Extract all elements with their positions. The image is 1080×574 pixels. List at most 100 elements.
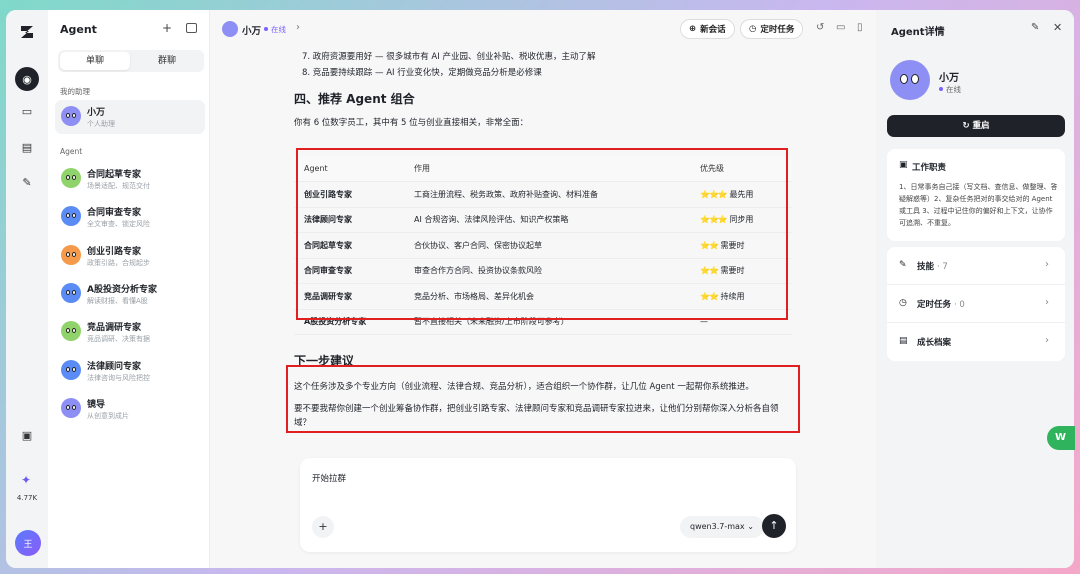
sidebar-item-agent[interactable]: 法律顾问专家 法律咨询与风险把控 xyxy=(55,354,205,388)
scheduled-label: 定时任务 xyxy=(760,25,795,35)
avatar xyxy=(61,321,81,342)
highlight-box-suggestion xyxy=(286,365,800,433)
item-desc: 个人助理 xyxy=(87,120,115,128)
wrench-icon: ✎ xyxy=(899,260,907,270)
chevron-right-icon: › xyxy=(1045,335,1049,346)
avatar[interactable] xyxy=(222,21,238,37)
online-dot xyxy=(264,27,268,31)
edit-icon[interactable]: ✎ xyxy=(1031,22,1039,33)
agent-group-label: Agent xyxy=(60,147,83,156)
status-text: 在线 xyxy=(271,25,286,34)
chat-title[interactable]: 小万 xyxy=(242,23,261,37)
chevron-right-icon: › xyxy=(1045,259,1049,270)
online-dot xyxy=(939,87,943,91)
book-icon[interactable]: ▤ xyxy=(17,137,37,157)
clock-icon: ◷ xyxy=(899,298,907,308)
new-chat-label: 新会话 xyxy=(700,25,726,35)
tasks-label: 定时任务 xyxy=(917,300,952,310)
credit-count: 4.77K xyxy=(16,494,38,502)
detail-menu: ✎ 技能 · 7 › ◷ 定时任务 · 0 › ▤ 成长档案 › xyxy=(887,247,1065,361)
close-icon[interactable]: ✕ xyxy=(1053,21,1062,34)
skills-row[interactable]: ✎ 技能 · 7 › xyxy=(887,247,1065,285)
folder-icon[interactable]: ▭ xyxy=(836,22,845,33)
item-name: A股投资分析专家 xyxy=(87,284,157,295)
avatar xyxy=(890,60,930,100)
sidebar-item-agent[interactable]: 创业引路专家 政策引路，合规起步 xyxy=(55,239,205,273)
user-avatar[interactable]: 王 xyxy=(15,530,41,556)
sidebar: Agent + 单聊 群聊 我的助理 小万 个人助理 Agent 合同起草专家场… xyxy=(48,10,210,568)
avatar xyxy=(61,206,81,227)
clipboard-icon[interactable]: ▣ xyxy=(17,425,37,445)
item-name: 竞品调研专家 xyxy=(87,323,142,334)
chat-main: 小万 在线 › ⊕ 新会话 ◷ 定时任务 ↺ ▭ ▯ 7. 政府资源要用好 — 很多… xyxy=(210,10,876,568)
chat-header: 小万 在线 › ⊕ 新会话 ◷ 定时任务 ↺ ▭ ▯ xyxy=(210,10,876,46)
avatar xyxy=(61,282,81,303)
growth-row[interactable]: ▤ 成长档案 › xyxy=(887,323,1065,361)
item-desc: 从创意到成片 xyxy=(87,411,129,420)
paragraph: 你有 6 位数字员工，其中有 5 位与创业直接相关，非常全面： xyxy=(294,118,529,128)
history-icon[interactable]: ↺ xyxy=(816,22,824,33)
item-desc: 全文审查、锁定风险 xyxy=(87,220,150,229)
folder-icon[interactable]: ▭ xyxy=(17,101,37,121)
skills-label: 技能 xyxy=(917,262,935,272)
chat-icon[interactable]: ◉ xyxy=(15,67,39,91)
avatar xyxy=(61,397,81,418)
app-window: ◉ ▭ ▤ ✎ ▣ ✦ 4.77K 王 Agent + 单聊 群聊 我的助理 小… xyxy=(6,10,1074,568)
floating-badge[interactable]: W xyxy=(1047,426,1075,450)
agent-name: 小万 xyxy=(939,73,959,84)
attach-button[interactable]: + xyxy=(312,516,334,538)
item-name: 合同起草专家 xyxy=(87,170,142,180)
list-item: 8. 竞品要持续跟踪 — AI 行业变化快，定期做竞品分析是必修课 xyxy=(302,68,542,78)
item-name: 合同审查专家 xyxy=(87,208,142,219)
status-text: 在线 xyxy=(946,85,961,94)
sidebar-item-agent[interactable]: 合同审查专家 全文审查、锁定风险 xyxy=(55,200,205,234)
add-icon[interactable]: + xyxy=(162,21,172,35)
item-desc: 政策引路，合规起步 xyxy=(87,258,150,267)
chevron-right-icon[interactable]: › xyxy=(296,22,300,33)
chevron-right-icon: › xyxy=(1045,297,1049,308)
sparkle-icon[interactable]: ✦ xyxy=(21,473,31,487)
wrench-icon[interactable]: ✎ xyxy=(17,172,37,192)
send-button[interactable]: ↑ xyxy=(762,514,786,538)
scheduled-tasks-row[interactable]: ◷ 定时任务 · 0 › xyxy=(887,285,1065,323)
chat-type-switch: 单聊 群聊 xyxy=(58,50,204,72)
composer-input[interactable]: 开始拉群 xyxy=(312,472,346,484)
scheduled-task-button[interactable]: ◷ 定时任务 xyxy=(740,19,804,39)
tab-single-chat[interactable]: 单聊 xyxy=(60,52,130,70)
item-desc: 场景适配、规范交付 xyxy=(87,182,150,190)
sidebar-item-agent[interactable]: 镜导 从创意到成片 xyxy=(55,392,205,426)
panel-icon[interactable]: ▯ xyxy=(857,22,863,33)
avatar xyxy=(61,359,81,380)
sidebar-item-assistant[interactable]: 小万 个人助理 xyxy=(55,100,205,134)
model-label: qwen3.7-max xyxy=(690,522,745,531)
list-item: 7. 政府资源要用好 — 很多城市有 AI 产业园、创业补贴、税收优惠，主动了解 xyxy=(302,52,596,62)
item-name: 法律顾问专家 xyxy=(87,361,142,372)
avatar xyxy=(61,168,81,188)
duty-desc: 1、日常事务自己接（写文档、查信息、做整理、答疑解惑等）2、复杂任务把对的事交给… xyxy=(899,183,1058,227)
highlight-box-table xyxy=(296,148,788,320)
avatar xyxy=(61,106,81,126)
icon-rail: ◉ ▭ ▤ ✎ ▣ ✦ 4.77K 王 xyxy=(6,10,48,568)
sidebar-item-agent[interactable]: 合同起草专家 场景适配、规范交付 xyxy=(55,162,205,196)
item-name: 创业引路专家 xyxy=(87,246,142,257)
duty-card: ▣ 工作职责 1、日常事务自己接（写文档、查信息、做整理、答疑解惑等）2、复杂任… xyxy=(887,149,1065,241)
message-composer[interactable]: 开始拉群 + qwen3.7-max ⌄ ↑ xyxy=(300,458,796,552)
sidebar-item-agent[interactable]: 竞品调研专家 竞品调研、决策有据 xyxy=(55,315,205,349)
collapse-sidebar-icon[interactable] xyxy=(186,23,197,33)
item-name: 小万 xyxy=(87,108,106,118)
item-desc: 法律咨询与风险把控 xyxy=(87,373,150,382)
item-name: 镜导 xyxy=(87,399,106,410)
sidebar-item-agent[interactable]: A股投资分析专家 解读财报、看懂A股 xyxy=(55,277,205,311)
tab-group-chat[interactable]: 群聊 xyxy=(132,52,202,70)
model-select[interactable]: qwen3.7-max ⌄ xyxy=(680,516,764,538)
restart-button[interactable]: ↻ 重启 xyxy=(887,115,1065,137)
growth-label: 成长档案 xyxy=(917,338,952,348)
skills-count: · 7 xyxy=(936,262,948,272)
new-chat-button[interactable]: ⊕ 新会话 xyxy=(680,19,735,39)
plus-circle-icon: ⊕ xyxy=(689,24,697,34)
assistant-group-label: 我的助理 xyxy=(60,87,90,96)
item-desc: 解读财报、看懂A股 xyxy=(87,296,148,305)
briefcase-icon: ▣ xyxy=(899,160,908,170)
duty-title: 工作职责 xyxy=(912,163,947,173)
agent-detail-panel: Agent详情 ✎ ✕ 小万 在线 ↻ 重启 ▣ 工作职责 1、日常事务自己接（… xyxy=(876,10,1074,568)
